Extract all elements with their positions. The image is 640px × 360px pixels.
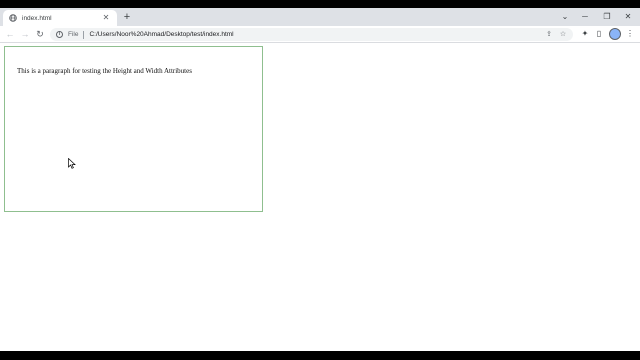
reload-button[interactable]: ↻ xyxy=(34,28,46,40)
omnibox-divider xyxy=(83,30,85,39)
profile-avatar[interactable] xyxy=(609,28,621,40)
tab-strip: index.html ✕ + ⌄ ─ ❐ ✕ xyxy=(0,8,640,26)
browser-toolbar: ← → ↻ i File C:/Users/Noor%20Ahmad/Deskt… xyxy=(0,26,640,43)
forward-button[interactable]: → xyxy=(19,28,31,40)
globe-icon xyxy=(9,14,17,22)
tab-index-html[interactable]: index.html ✕ xyxy=(3,10,117,26)
sized-container: This is a paragraph for testing the Heig… xyxy=(4,46,263,212)
new-tab-button[interactable]: + xyxy=(121,11,133,23)
tab-title: index.html xyxy=(22,14,52,22)
tab-search-button[interactable]: ⌄ xyxy=(555,11,575,23)
side-panel-icon[interactable]: ▯ xyxy=(593,28,605,40)
screen-top-edge xyxy=(0,0,640,8)
url-text[interactable]: C:/Users/Noor%20Ahmad/Desktop/test/index… xyxy=(89,31,233,38)
menu-icon[interactable]: ⋮ xyxy=(624,28,636,40)
address-bar[interactable]: i File C:/Users/Noor%20Ahmad/Desktop/tes… xyxy=(50,28,573,41)
screen-bottom-edge xyxy=(0,351,640,360)
bookmark-star-icon[interactable]: ☆ xyxy=(557,29,569,40)
minimize-button[interactable]: ─ xyxy=(575,11,595,23)
mouse-cursor-icon xyxy=(68,158,76,169)
back-button[interactable]: ← xyxy=(4,28,16,40)
page-viewport: This is a paragraph for testing the Heig… xyxy=(0,44,640,351)
share-icon[interactable]: ⇪ xyxy=(543,29,555,40)
close-window-button[interactable]: ✕ xyxy=(618,11,638,23)
info-icon[interactable]: i xyxy=(56,31,63,38)
demo-paragraph: This is a paragraph for testing the Heig… xyxy=(17,67,192,75)
extensions-icon[interactable]: ✦ xyxy=(579,28,591,40)
close-tab-icon[interactable]: ✕ xyxy=(101,13,111,23)
file-scheme-label: File xyxy=(68,31,79,38)
restore-button[interactable]: ❐ xyxy=(597,11,617,23)
